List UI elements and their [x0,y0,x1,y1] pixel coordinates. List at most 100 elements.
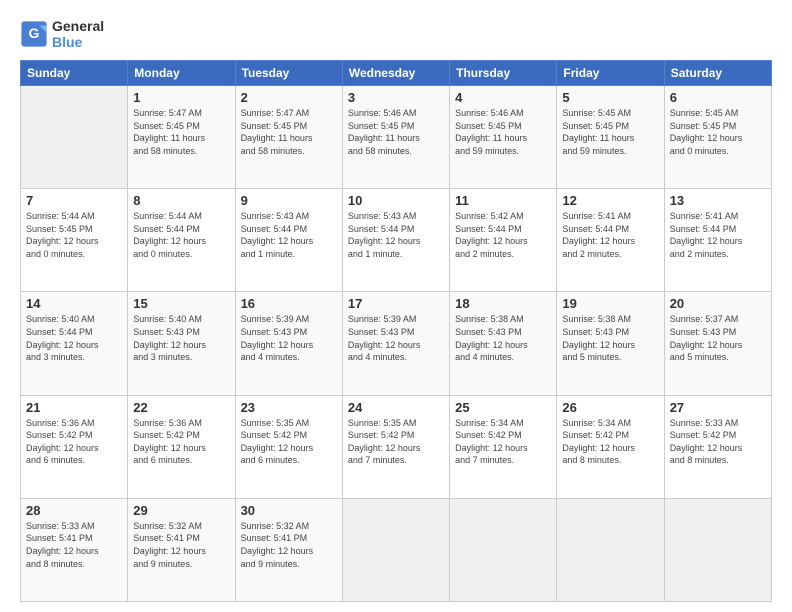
day-cell: 15 Sunrise: 5:40 AM Sunset: 5:43 PM Dayli… [128,292,235,395]
day-cell [664,498,771,601]
day-cell: 20Sunrise: 5:37 AM Sunset: 5:43 PM Dayli… [664,292,771,395]
day-cell: 25 Sunrise: 5:34 AM Sunset: 5:42 PM Dayli… [450,395,557,498]
day-number: 17 [348,296,444,311]
day-number: 11 [455,193,551,208]
day-info: Sunrise: 5:35 AM Sunset: 5:42 PM Dayligh… [348,417,444,467]
header-cell-tuesday: Tuesday [235,61,342,86]
day-info: Sunrise: 5:39 AM Sunset: 5:43 PM Dayligh… [241,313,337,363]
day-number: 19 [562,296,658,311]
day-cell [450,498,557,601]
day-info: Sunrise: 5:39 AM Sunset: 5:43 PM Dayligh… [348,313,444,363]
day-number: 7 [26,193,122,208]
day-info: Sunrise: 5:40 AM Sunset: 5:44 PM Dayligh… [26,313,122,363]
day-number: 21 [26,400,122,415]
day-cell: 14 Sunrise: 5:40 AM Sunset: 5:44 PM Dayli… [21,292,128,395]
day-number: 12 [562,193,658,208]
day-info: Sunrise: 5:47 AM Sunset: 5:45 PM Dayligh… [133,107,229,157]
day-cell: 12 Sunrise: 5:41 AM Sunset: 5:44 PM Dayli… [557,189,664,292]
day-cell: 30 Sunrise: 5:32 AM Sunset: 5:41 PM Dayli… [235,498,342,601]
day-info: Sunrise: 5:47 AM Sunset: 5:45 PM Dayligh… [241,107,337,157]
day-number: 28 [26,503,122,518]
day-info: Sunrise: 5:38 AM Sunset: 5:43 PM Dayligh… [455,313,551,363]
day-info: Sunrise: 5:33 AM Sunset: 5:42 PM Dayligh… [670,417,766,467]
day-cell: 10 Sunrise: 5:43 AM Sunset: 5:44 PM Dayli… [342,189,449,292]
day-info: Sunrise: 5:45 AM Sunset: 5:45 PM Dayligh… [562,107,658,157]
day-cell [342,498,449,601]
logo: G General Blue [20,18,104,50]
day-number: 30 [241,503,337,518]
day-number: 27 [670,400,766,415]
day-info: Sunrise: 5:44 AM Sunset: 5:44 PM Dayligh… [133,210,229,260]
day-cell: 16 Sunrise: 5:39 AM Sunset: 5:43 PM Dayli… [235,292,342,395]
day-info: Sunrise: 5:34 AM Sunset: 5:42 PM Dayligh… [455,417,551,467]
day-number: 8 [133,193,229,208]
day-info: Sunrise: 5:34 AM Sunset: 5:42 PM Dayligh… [562,417,658,467]
header-row: SundayMondayTuesdayWednesdayThursdayFrid… [21,61,772,86]
day-info: Sunrise: 5:44 AM Sunset: 5:45 PM Dayligh… [26,210,122,260]
day-info: Sunrise: 5:37 AM Sunset: 5:43 PM Dayligh… [670,313,766,363]
day-cell: 24Sunrise: 5:35 AM Sunset: 5:42 PM Dayli… [342,395,449,498]
week-row-3: 14 Sunrise: 5:40 AM Sunset: 5:44 PM Dayli… [21,292,772,395]
day-number: 16 [241,296,337,311]
day-cell: 27 Sunrise: 5:33 AM Sunset: 5:42 PM Dayli… [664,395,771,498]
day-cell: 19 Sunrise: 5:38 AM Sunset: 5:43 PM Dayli… [557,292,664,395]
day-number: 2 [241,90,337,105]
day-info: Sunrise: 5:43 AM Sunset: 5:44 PM Dayligh… [241,210,337,260]
day-cell: 3Sunrise: 5:46 AM Sunset: 5:45 PM Daylig… [342,86,449,189]
day-info: Sunrise: 5:32 AM Sunset: 5:41 PM Dayligh… [133,520,229,570]
week-row-5: 28 Sunrise: 5:33 AM Sunset: 5:41 PM Dayli… [21,498,772,601]
day-number: 1 [133,90,229,105]
day-info: Sunrise: 5:36 AM Sunset: 5:42 PM Dayligh… [133,417,229,467]
day-cell: 8 Sunrise: 5:44 AM Sunset: 5:44 PM Daylig… [128,189,235,292]
day-number: 15 [133,296,229,311]
header-cell-friday: Friday [557,61,664,86]
day-cell: 26 Sunrise: 5:34 AM Sunset: 5:42 PM Dayli… [557,395,664,498]
logo-icon: G [20,20,48,48]
day-number: 13 [670,193,766,208]
day-number: 10 [348,193,444,208]
day-info: Sunrise: 5:35 AM Sunset: 5:42 PM Dayligh… [241,417,337,467]
day-number: 29 [133,503,229,518]
day-number: 22 [133,400,229,415]
day-cell: 28 Sunrise: 5:33 AM Sunset: 5:41 PM Dayli… [21,498,128,601]
day-cell: 18Sunrise: 5:38 AM Sunset: 5:43 PM Dayli… [450,292,557,395]
day-cell: 6 Sunrise: 5:45 AM Sunset: 5:45 PM Daylig… [664,86,771,189]
day-cell [557,498,664,601]
day-cell: 1 Sunrise: 5:47 AM Sunset: 5:45 PM Daylig… [128,86,235,189]
day-cell: 29 Sunrise: 5:32 AM Sunset: 5:41 PM Dayli… [128,498,235,601]
page: G General Blue SundayMondayTuesdayWednes… [0,0,792,612]
day-number: 4 [455,90,551,105]
day-info: Sunrise: 5:32 AM Sunset: 5:41 PM Dayligh… [241,520,337,570]
week-row-1: 1 Sunrise: 5:47 AM Sunset: 5:45 PM Daylig… [21,86,772,189]
day-number: 25 [455,400,551,415]
svg-text:G: G [29,25,40,41]
day-cell: 7 Sunrise: 5:44 AM Sunset: 5:45 PM Daylig… [21,189,128,292]
day-cell: 13 Sunrise: 5:41 AM Sunset: 5:44 PM Dayli… [664,189,771,292]
day-cell: 22 Sunrise: 5:36 AM Sunset: 5:42 PM Dayli… [128,395,235,498]
day-info: Sunrise: 5:41 AM Sunset: 5:44 PM Dayligh… [670,210,766,260]
day-info: Sunrise: 5:40 AM Sunset: 5:43 PM Dayligh… [133,313,229,363]
day-number: 14 [26,296,122,311]
day-info: Sunrise: 5:38 AM Sunset: 5:43 PM Dayligh… [562,313,658,363]
header-cell-thursday: Thursday [450,61,557,86]
day-info: Sunrise: 5:41 AM Sunset: 5:44 PM Dayligh… [562,210,658,260]
day-cell: 2 Sunrise: 5:47 AM Sunset: 5:45 PM Daylig… [235,86,342,189]
day-info: Sunrise: 5:45 AM Sunset: 5:45 PM Dayligh… [670,107,766,157]
header-cell-sunday: Sunday [21,61,128,86]
day-cell: 9 Sunrise: 5:43 AM Sunset: 5:44 PM Daylig… [235,189,342,292]
day-info: Sunrise: 5:43 AM Sunset: 5:44 PM Dayligh… [348,210,444,260]
day-cell [21,86,128,189]
day-number: 6 [670,90,766,105]
day-info: Sunrise: 5:46 AM Sunset: 5:45 PM Dayligh… [455,107,551,157]
day-info: Sunrise: 5:36 AM Sunset: 5:42 PM Dayligh… [26,417,122,467]
day-number: 5 [562,90,658,105]
day-number: 26 [562,400,658,415]
day-info: Sunrise: 5:42 AM Sunset: 5:44 PM Dayligh… [455,210,551,260]
day-number: 9 [241,193,337,208]
week-row-2: 7 Sunrise: 5:44 AM Sunset: 5:45 PM Daylig… [21,189,772,292]
header: G General Blue [20,18,772,50]
logo-text: General Blue [52,18,104,50]
calendar-table: SundayMondayTuesdayWednesdayThursdayFrid… [20,60,772,602]
header-cell-wednesday: Wednesday [342,61,449,86]
day-info: Sunrise: 5:33 AM Sunset: 5:41 PM Dayligh… [26,520,122,570]
